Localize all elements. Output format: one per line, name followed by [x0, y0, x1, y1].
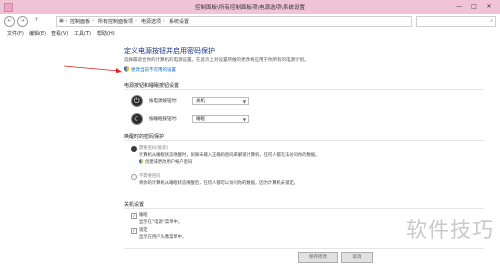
address-field[interactable]: ▣ › 控制面板 › 所有控制面板项 › 电源选项 › 系统设置 [56, 16, 412, 27]
breadcrumb-item[interactable]: 所有控制面板项 [98, 18, 133, 25]
window-title: 控制面板\所有控制面板项\电源选项\系统设置 [194, 5, 306, 11]
no-password-desc: 将你的计算机从睡眠状态唤醒后，任何人都可以访问你的数据，因为计算机未锁定。 [139, 181, 298, 186]
breadcrumb-icon: ▣ › [59, 18, 68, 24]
chevron-down-icon: ▼ [242, 117, 246, 122]
no-password-radio[interactable] [131, 174, 137, 180]
close-button[interactable]: ✕ [482, 2, 496, 11]
require-password-title: 需要密码(推荐) [139, 146, 169, 151]
search-icon: ⌕ [490, 18, 493, 24]
sleep-check-desc: 显示在“电源”菜单中。 [139, 220, 183, 225]
breadcrumb-separator: › [163, 18, 165, 24]
no-password-title: 不需要密码 [139, 174, 161, 179]
sleep-icon: ☾ [131, 113, 143, 125]
save-button[interactable]: 保存修改 [298, 252, 338, 263]
power-button-label: 按电源按钮时: [149, 99, 178, 104]
minimize-button[interactable]: — [452, 2, 466, 11]
lock-checkbox[interactable]: ✓ [131, 228, 137, 234]
maximize-button[interactable]: □ [467, 2, 481, 11]
page-title: 定义电源按钮并启用密码保护 [124, 47, 215, 55]
forward-button[interactable]: → [17, 16, 28, 27]
menu-help[interactable]: 帮助(H) [97, 30, 115, 37]
breadcrumb-separator: › [135, 18, 137, 24]
change-settings-link[interactable]: 更改当前不可用的设置 [131, 67, 176, 73]
shield-icon [124, 66, 129, 72]
lock-check-desc: 显示在用户头像菜单中。 [139, 235, 187, 240]
section-shutdown: 关机设置 [124, 202, 145, 208]
page-description: 选择最适合你的计算机的电源设置。在此页上对设置所做的更改将应用于你所有的电源计划… [124, 58, 309, 63]
breadcrumb-item[interactable]: 控制面板 [70, 18, 90, 25]
power-button-value: 关机 [196, 99, 205, 104]
breadcrumb-item[interactable]: 电源选项 [141, 18, 161, 25]
section-power-buttons: 电源按钮和睡眠按钮设置 [124, 83, 180, 89]
sleep-button-label: 按睡眠按钮时: [149, 117, 178, 122]
search-input[interactable]: ⌕ [416, 16, 496, 27]
sleep-button-value: 睡眠 [196, 117, 205, 122]
shield-icon [139, 159, 143, 164]
divider [124, 248, 484, 249]
power-icon: ⏻ [131, 95, 143, 107]
sleep-button-select[interactable]: 睡眠 ▼ [192, 115, 249, 123]
address-bar: ← → ↑ ▣ › 控制面板 › 所有控制面板项 › 电源选项 › 系统设置 ⌕ [0, 14, 500, 29]
sleep-check-title: 睡眠 [139, 213, 148, 218]
cancel-button[interactable]: 取消 [341, 252, 373, 263]
breadcrumb-item[interactable]: 系统设置 [169, 18, 189, 25]
menu-file[interactable]: 文件(F) [7, 30, 24, 37]
menu-edit[interactable]: 编辑(E) [29, 30, 46, 37]
menu-tools[interactable]: 工具(T) [74, 30, 91, 37]
breadcrumb-separator: › [92, 18, 94, 24]
create-password-link[interactable]: 创建或更改用户帐户密码 [145, 159, 192, 165]
chevron-down-icon: ▼ [242, 99, 246, 104]
title-bar: 控制面板\所有控制面板项\电源选项\系统设置 — □ ✕ [0, 0, 500, 14]
menu-view[interactable]: 查看(V) [51, 30, 68, 37]
menu-bar: 文件(F) 编辑(E) 查看(V) 工具(T) 帮助(H) [0, 28, 500, 38]
lock-check-title: 锁定 [139, 228, 148, 233]
require-password-radio[interactable] [131, 146, 137, 152]
require-password-desc: 计算机从睡眠状态唤醒时，如果未输入正确的密码来解锁计算机，任何人都无法访问你的数… [139, 153, 320, 158]
sleep-checkbox[interactable]: ✓ [131, 213, 137, 219]
power-button-select[interactable]: 关机 ▼ [192, 97, 249, 105]
divider [124, 89, 484, 90]
up-button[interactable]: ↑ [32, 16, 41, 25]
watermark: 软件技巧 [406, 218, 494, 242]
red-arrow-annotation [63, 65, 122, 73]
section-wake-password: 唤醒时的密码保护 [124, 134, 165, 140]
back-button[interactable]: ← [4, 16, 15, 27]
divider [124, 208, 484, 209]
divider [124, 140, 484, 141]
